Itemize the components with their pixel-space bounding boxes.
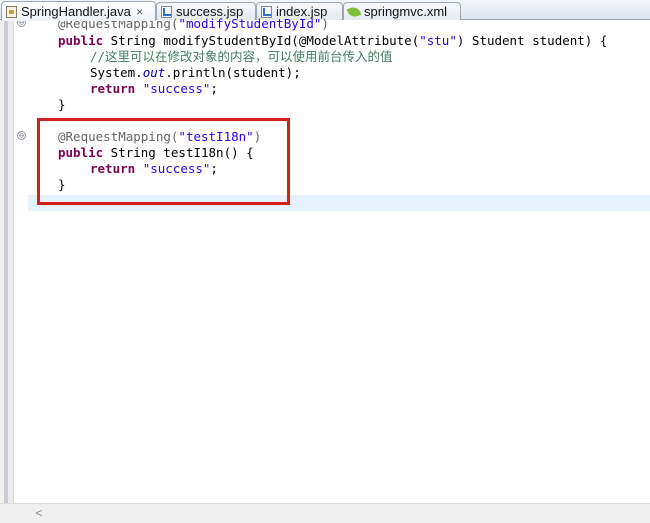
code-editor[interactable]: ⊖ ⊖ @RequestMapping("modifyStudentById")… — [0, 16, 650, 503]
code-comment-line: //这里可以在修改对象的内容，可以使用前台传入的值 — [90, 49, 393, 64]
java-file-icon — [6, 5, 17, 18]
scrollbar-corner — [0, 503, 28, 523]
overview-ruler — [0, 21, 14, 503]
fold-toggle-icon[interactable]: ⊖ — [17, 131, 26, 140]
code-line: public String modifyStudentById(@ModelAt… — [58, 33, 608, 48]
close-icon[interactable]: ✕ — [136, 7, 144, 17]
code-line: System.out.println(student); — [90, 65, 301, 80]
tab-label: springmvc.xml — [364, 4, 448, 19]
folding-gutter — [15, 21, 28, 503]
tab-label: SpringHandler.java — [21, 4, 131, 19]
tab-springmvc-xml[interactable]: springmvc.xml — [343, 2, 461, 20]
tab-springhandler-java[interactable]: SpringHandler.java ✕ — [1, 1, 156, 21]
code-line: } — [58, 97, 66, 112]
scroll-left-arrow-icon[interactable]: < — [32, 506, 46, 520]
code-line: return "success"; — [90, 81, 218, 96]
horizontal-scrollbar[interactable]: < — [28, 503, 650, 523]
red-highlight-box — [37, 118, 290, 205]
xml-file-icon — [346, 4, 362, 19]
